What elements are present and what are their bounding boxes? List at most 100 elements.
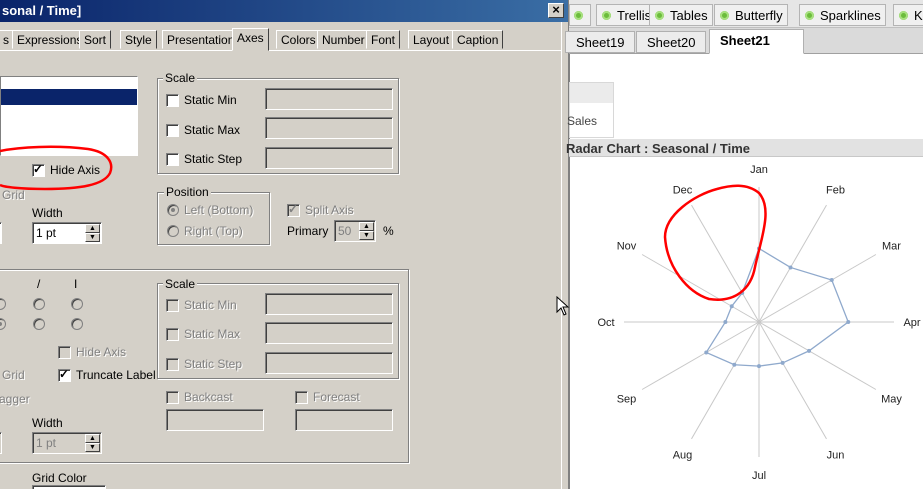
grid-color-label: Grid Color xyxy=(32,471,87,485)
status-dot-icon xyxy=(655,11,664,20)
radar-point-sep xyxy=(704,350,709,355)
sheet-tab-bar: Sheet19 Sheet20 Sheet21 xyxy=(565,28,923,54)
radar-chart[interactable]: Jan Feb Mar Apr May Jun Jul Aug Sep Oct Nov Dec xyxy=(569,157,923,489)
position-label: Position xyxy=(164,185,211,199)
backcast-checkbox[interactable] xyxy=(166,391,179,404)
tab-number[interactable]: Number xyxy=(317,30,370,49)
radar-label-jan: Jan xyxy=(750,164,768,176)
grid-color-swatch[interactable] xyxy=(32,485,106,489)
lower-static-max-checkbox[interactable] xyxy=(166,328,179,341)
radar-spoke-feb xyxy=(758,204,827,323)
chart-properties-dialog: sonal / Time] × s Expressions Sort Style… xyxy=(0,0,569,489)
app-tab-bar: Trellis Tables Butterfly Sparklines K xyxy=(569,0,923,28)
tab-style[interactable]: Style xyxy=(120,30,157,49)
spin-up-icon[interactable]: ▲ xyxy=(359,222,374,231)
annotation-circle-radar xyxy=(663,184,767,301)
tab-colors[interactable]: Colors xyxy=(276,30,321,49)
split-axis-checkbox[interactable]: ✓ xyxy=(287,202,300,217)
lower-width-field[interactable]: 1 pt ▲ ▼ xyxy=(32,432,102,454)
lower-hide-axis-checkbox[interactable] xyxy=(58,346,71,359)
forecast-checkbox[interactable] xyxy=(295,391,308,404)
lower-static-min-checkbox[interactable] xyxy=(166,299,179,312)
orientation-radio[interactable] xyxy=(71,318,83,330)
orientation-radio[interactable] xyxy=(33,318,45,330)
lower-grid-label-partial: Grid xyxy=(2,368,25,382)
status-dot-icon xyxy=(805,11,814,20)
lower-static-min-field[interactable] xyxy=(265,293,393,315)
backcast-label: Backcast xyxy=(184,390,233,404)
lower-static-step-checkbox[interactable] xyxy=(166,358,179,371)
status-dot-icon xyxy=(602,11,611,20)
radar-label-oct: Oct xyxy=(597,317,614,329)
lower-static-step-label: Static Step xyxy=(184,357,243,371)
chart-title: Radar Chart : Seasonal / Time xyxy=(566,141,750,156)
spin-up-icon[interactable]: ▲ xyxy=(85,434,100,443)
spin-up-icon[interactable]: ▲ xyxy=(85,224,100,233)
static-max-field[interactable] xyxy=(265,117,393,139)
radar-spoke-jun xyxy=(758,321,827,440)
width-label: Width xyxy=(32,206,63,220)
radar-point-nov xyxy=(729,304,734,309)
spin-down-icon[interactable]: ▼ xyxy=(85,443,100,452)
sheet-tab-20[interactable]: Sheet20 xyxy=(636,31,707,53)
dialog-title-bar[interactable]: sonal / Time] × xyxy=(0,0,569,22)
app-tab-partial[interactable] xyxy=(569,4,591,26)
tab-axes[interactable]: Axes xyxy=(232,28,269,51)
app-tab-butterfly[interactable]: Butterfly xyxy=(714,4,788,26)
radar-point-mar xyxy=(829,278,834,282)
lower-hide-axis-label: Hide Axis xyxy=(76,345,127,359)
radar-spoke-nov xyxy=(641,254,760,323)
primary-field[interactable]: 50 ▲ ▼ xyxy=(334,220,376,242)
radar-spoke-dec xyxy=(691,204,760,323)
tab-sort[interactable]: Sort xyxy=(79,30,112,49)
sheet-tab-21[interactable]: Sheet21 xyxy=(709,29,804,54)
lower-static-max-label: Static Max xyxy=(184,327,241,341)
lower-static-step-field[interactable] xyxy=(265,352,393,374)
tab-divider xyxy=(0,50,561,51)
static-step-checkbox[interactable] xyxy=(166,153,179,166)
partial-field[interactable] xyxy=(0,432,2,454)
radar-spoke-may xyxy=(758,321,877,390)
tab-layout[interactable]: Layout xyxy=(408,30,455,49)
primary-label: Primary xyxy=(287,224,329,238)
radar-label-dec: Dec xyxy=(673,184,693,196)
forecast-field[interactable] xyxy=(295,409,393,431)
static-step-label: Static Step xyxy=(184,152,243,166)
sheet-tab-19[interactable]: Sheet19 xyxy=(565,31,636,53)
tab-presentation[interactable]: Presentation xyxy=(162,30,240,49)
sales-listbox[interactable] xyxy=(569,82,614,138)
left-bottom-radio[interactable] xyxy=(167,204,179,216)
static-step-field[interactable] xyxy=(265,147,393,169)
orientation-radio[interactable] xyxy=(33,298,45,310)
check-icon: ✓ xyxy=(288,202,299,216)
static-max-checkbox[interactable] xyxy=(166,124,179,137)
resize-cursor-icon xyxy=(556,296,570,316)
tab-expressions[interactable]: Expressions xyxy=(12,30,88,49)
tab-caption[interactable]: Caption xyxy=(452,30,504,49)
check-icon: ✓ xyxy=(59,367,70,381)
truncate-label-checkbox[interactable]: ✓ xyxy=(58,367,71,382)
app-tab-trellis[interactable]: Trellis xyxy=(596,4,657,26)
label-orientation-slash: / xyxy=(37,277,41,291)
static-min-label: Static Min xyxy=(184,93,237,107)
partial-field[interactable] xyxy=(0,222,2,244)
tab-font[interactable]: Font xyxy=(366,30,401,49)
width-field[interactable]: 1 pt ▲ ▼ xyxy=(32,222,102,244)
app-tab-k[interactable]: K xyxy=(893,4,923,26)
spin-down-icon[interactable]: ▼ xyxy=(359,231,374,240)
axis-list-selected-item[interactable] xyxy=(1,89,137,105)
forecast-label: Forecast xyxy=(313,390,360,404)
stagger-label-partial: agger xyxy=(0,392,30,406)
right-top-radio[interactable] xyxy=(167,225,179,237)
lower-static-max-field[interactable] xyxy=(265,322,393,344)
static-min-field[interactable] xyxy=(265,88,393,110)
app-tab-tables[interactable]: Tables xyxy=(649,4,713,26)
spin-down-icon[interactable]: ▼ xyxy=(85,233,100,242)
backcast-field[interactable] xyxy=(166,409,264,431)
static-min-checkbox[interactable] xyxy=(166,94,179,107)
orientation-radio[interactable] xyxy=(71,298,83,310)
left-bottom-label: Left (Bottom) xyxy=(184,203,254,217)
radar-label-may: May xyxy=(881,394,902,406)
app-tab-sparklines[interactable]: Sparklines xyxy=(799,4,886,26)
close-button[interactable]: × xyxy=(548,3,564,18)
